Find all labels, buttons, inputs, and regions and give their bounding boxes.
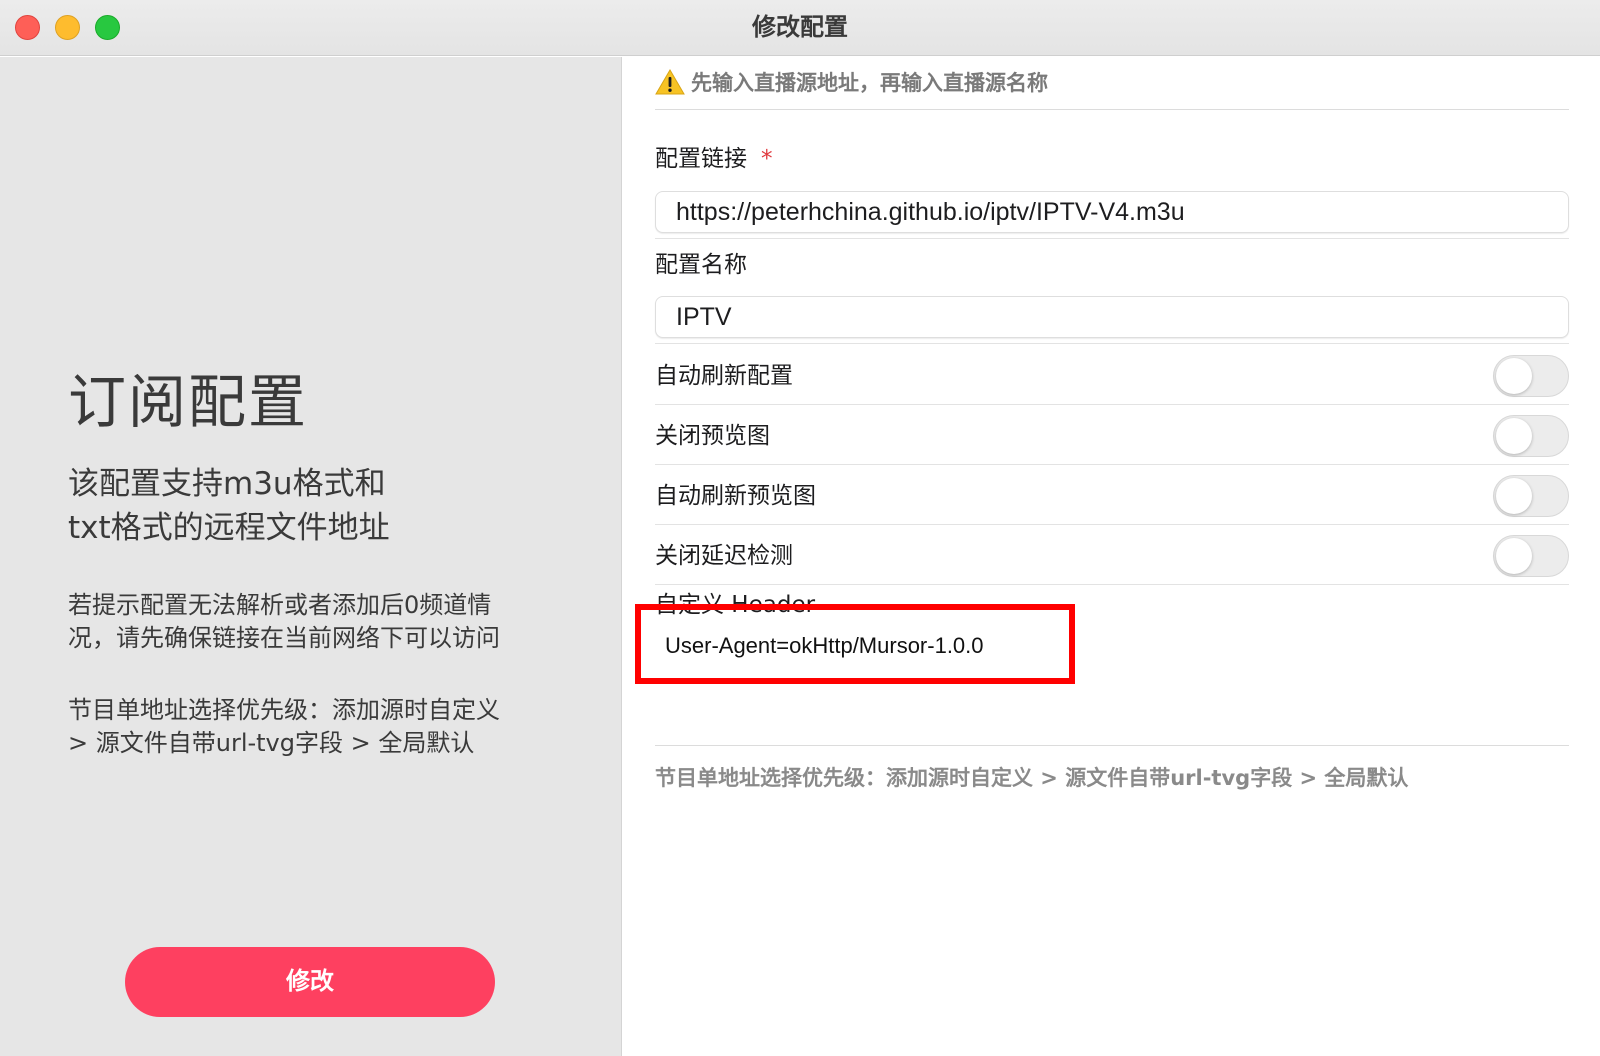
highlight-annotation (635, 604, 1075, 684)
info-note-parse-line2: 况，请先确保链接在当前网络下可以访问 (68, 624, 500, 652)
name-input[interactable] (655, 296, 1569, 338)
toggle-label: 关闭延迟检测 (655, 543, 793, 569)
title-bar: 修改配置 (0, 0, 1600, 56)
info-note-parse: 若提示配置无法解析或者添加后0频道情 况，请先确保链接在当前网络下可以访问 (68, 589, 558, 655)
info-subheading: 该配置支持m3u格式和 txt格式的远程文件地址 (68, 462, 538, 550)
name-input-divider (655, 343, 1569, 344)
epg-priority-footnote: 节目单地址选择优先级：添加源时自定义 > 源文件自带url-tvg字段 > 全局… (655, 766, 1409, 790)
toggle-row-auto-refresh-config: 自动刷新配置 (655, 347, 1569, 405)
name-field-label: 配置名称 (655, 252, 747, 278)
toggle-knob (1496, 478, 1532, 514)
info-subheading-line1: 该配置支持m3u格式和 (68, 466, 386, 502)
info-note-epg-line2: > 源文件自带url-tvg字段 > 全局默认 (68, 729, 475, 757)
auto-refresh-config-toggle[interactable] (1493, 355, 1569, 397)
window-title: 修改配置 (752, 13, 848, 41)
toggle-label: 自动刷新预览图 (655, 483, 816, 509)
toggle-row-auto-refresh-preview: 自动刷新预览图 (655, 467, 1569, 525)
info-heading: 订阅配置 (68, 368, 309, 436)
toggle-row-disable-latency-check: 关闭延迟检测 (655, 527, 1569, 585)
disable-latency-check-toggle[interactable] (1493, 535, 1569, 577)
toggle-label: 自动刷新配置 (655, 363, 793, 389)
warning-banner: 先输入直播源地址，再输入直播源名称 (655, 57, 1569, 110)
toggle-knob (1496, 538, 1532, 574)
toggle-knob (1496, 418, 1532, 454)
url-input-divider (655, 238, 1569, 239)
info-note-parse-line1: 若提示配置无法解析或者添加后0频道情 (68, 591, 492, 619)
info-panel: 订阅配置 该配置支持m3u格式和 txt格式的远程文件地址 若提示配置无法解析或… (0, 57, 622, 1056)
toggle-knob (1496, 358, 1532, 394)
submit-button[interactable]: 修改 (125, 947, 495, 1017)
warning-text: 先输入直播源地址，再输入直播源名称 (691, 71, 1048, 95)
info-subheading-line2: txt格式的远程文件地址 (68, 510, 390, 546)
url-input[interactable] (655, 191, 1569, 233)
section-divider (655, 745, 1569, 746)
auto-refresh-preview-toggle[interactable] (1493, 475, 1569, 517)
toggle-row-disable-preview: 关闭预览图 (655, 407, 1569, 465)
disable-preview-toggle[interactable] (1493, 415, 1569, 457)
config-form: 先输入直播源地址，再输入直播源名称 配置链接 * 配置名称 自动刷新配置 关闭预览… (623, 57, 1600, 1056)
info-note-epg: 节目单地址选择优先级：添加源时自定义 > 源文件自带url-tvg字段 > 全局… (68, 694, 558, 760)
toggle-label: 关闭预览图 (655, 423, 770, 449)
info-note-epg-line1: 节目单地址选择优先级：添加源时自定义 (68, 696, 500, 724)
settings-window: 修改配置 订阅配置 该配置支持m3u格式和 txt格式的远程文件地址 若提示配置… (0, 0, 1600, 1056)
url-field-label: 配置链接 * (655, 139, 773, 173)
required-mark: * (761, 146, 773, 172)
url-label-text: 配置链接 (655, 146, 747, 172)
warning-icon (655, 69, 685, 95)
